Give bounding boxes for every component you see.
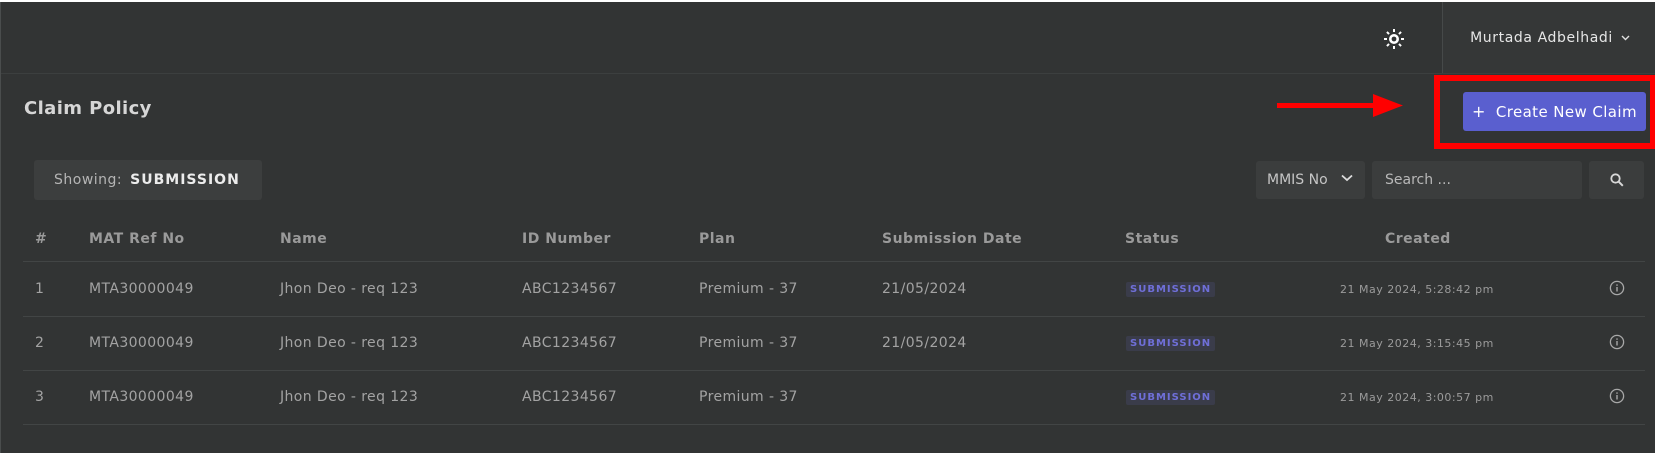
top-bar: Murtada Adbelhadi — [1, 2, 1655, 74]
search-button[interactable] — [1589, 161, 1644, 199]
mat-ref-no: MTA30000049 — [89, 281, 194, 297]
row-number: 1 — [35, 281, 45, 297]
column-header-created: Created — [1385, 231, 1451, 247]
created-timestamp: 21 May 2024, 3:00:57 pm — [1340, 391, 1494, 404]
status-badge: SUBMISSION — [1126, 390, 1216, 405]
plus-icon: + — [1472, 102, 1486, 121]
create-new-claim-button[interactable]: + Create New Claim — [1463, 92, 1646, 131]
info-icon[interactable] — [1609, 388, 1625, 404]
id-number: ABC1234567 — [522, 389, 618, 405]
search-field-select-value: MMIS No — [1267, 172, 1328, 188]
submission-date: 21/05/2024 — [882, 281, 967, 297]
created-timestamp: 21 May 2024, 5:28:42 pm — [1340, 283, 1494, 296]
annotation-arrow — [1277, 94, 1403, 117]
status-badge: SUBMISSION — [1126, 336, 1216, 351]
column-header-mat-ref-no: MAT Ref No — [89, 231, 185, 247]
table-row: 1 MTA30000049 Jhon Deo - req 123 ABC1234… — [23, 262, 1645, 317]
showing-filter-chip: Showing: SUBMISSION — [34, 160, 262, 200]
status-badge: SUBMISSION — [1126, 282, 1216, 297]
plan: Premium - 37 — [699, 335, 798, 351]
sun-icon — [1384, 29, 1404, 49]
claim-name: Jhon Deo - req 123 — [280, 389, 419, 405]
column-header-status: Status — [1125, 231, 1180, 247]
mat-ref-no: MTA30000049 — [89, 389, 194, 405]
claim-name: Jhon Deo - req 123 — [280, 335, 419, 351]
app-window: Murtada Adbelhadi Claim Policy + Create … — [0, 2, 1655, 453]
plan: Premium - 37 — [699, 389, 798, 405]
mat-ref-no: MTA30000049 — [89, 335, 194, 351]
plan: Premium - 37 — [699, 281, 798, 297]
info-icon[interactable] — [1609, 334, 1625, 350]
column-header-submission-date: Submission Date — [882, 231, 1023, 247]
id-number: ABC1234567 — [522, 281, 618, 297]
search-field-select[interactable]: MMIS No — [1256, 161, 1365, 199]
info-icon[interactable] — [1609, 280, 1625, 296]
chevron-down-icon — [1621, 35, 1630, 41]
created-timestamp: 21 May 2024, 3:15:45 pm — [1340, 337, 1494, 350]
search-input[interactable] — [1372, 161, 1582, 199]
user-menu[interactable]: Murtada Adbelhadi — [1442, 2, 1655, 73]
column-header-name: Name — [280, 231, 328, 247]
showing-label: Showing: — [54, 172, 123, 188]
row-number: 2 — [35, 335, 45, 351]
column-header-number: # — [35, 231, 48, 247]
search-icon — [1609, 173, 1624, 187]
id-number: ABC1234567 — [522, 335, 618, 351]
table-row: 3 MTA30000049 Jhon Deo - req 123 ABC1234… — [23, 370, 1645, 425]
claim-name: Jhon Deo - req 123 — [280, 281, 419, 297]
showing-value: SUBMISSION — [130, 172, 240, 188]
row-number: 3 — [35, 389, 45, 405]
page-title: Claim Policy — [24, 98, 152, 119]
column-header-plan: Plan — [699, 231, 736, 247]
column-header-id-number: ID Number — [522, 231, 611, 247]
create-new-claim-label: Create New Claim — [1495, 102, 1637, 121]
submission-date: 21/05/2024 — [882, 335, 967, 351]
user-name: Murtada Adbelhadi — [1470, 29, 1613, 46]
theme-toggle-button[interactable] — [1381, 26, 1407, 52]
table-row: 2 MTA30000049 Jhon Deo - req 123 ABC1234… — [23, 316, 1645, 371]
chevron-down-icon — [1341, 174, 1353, 182]
